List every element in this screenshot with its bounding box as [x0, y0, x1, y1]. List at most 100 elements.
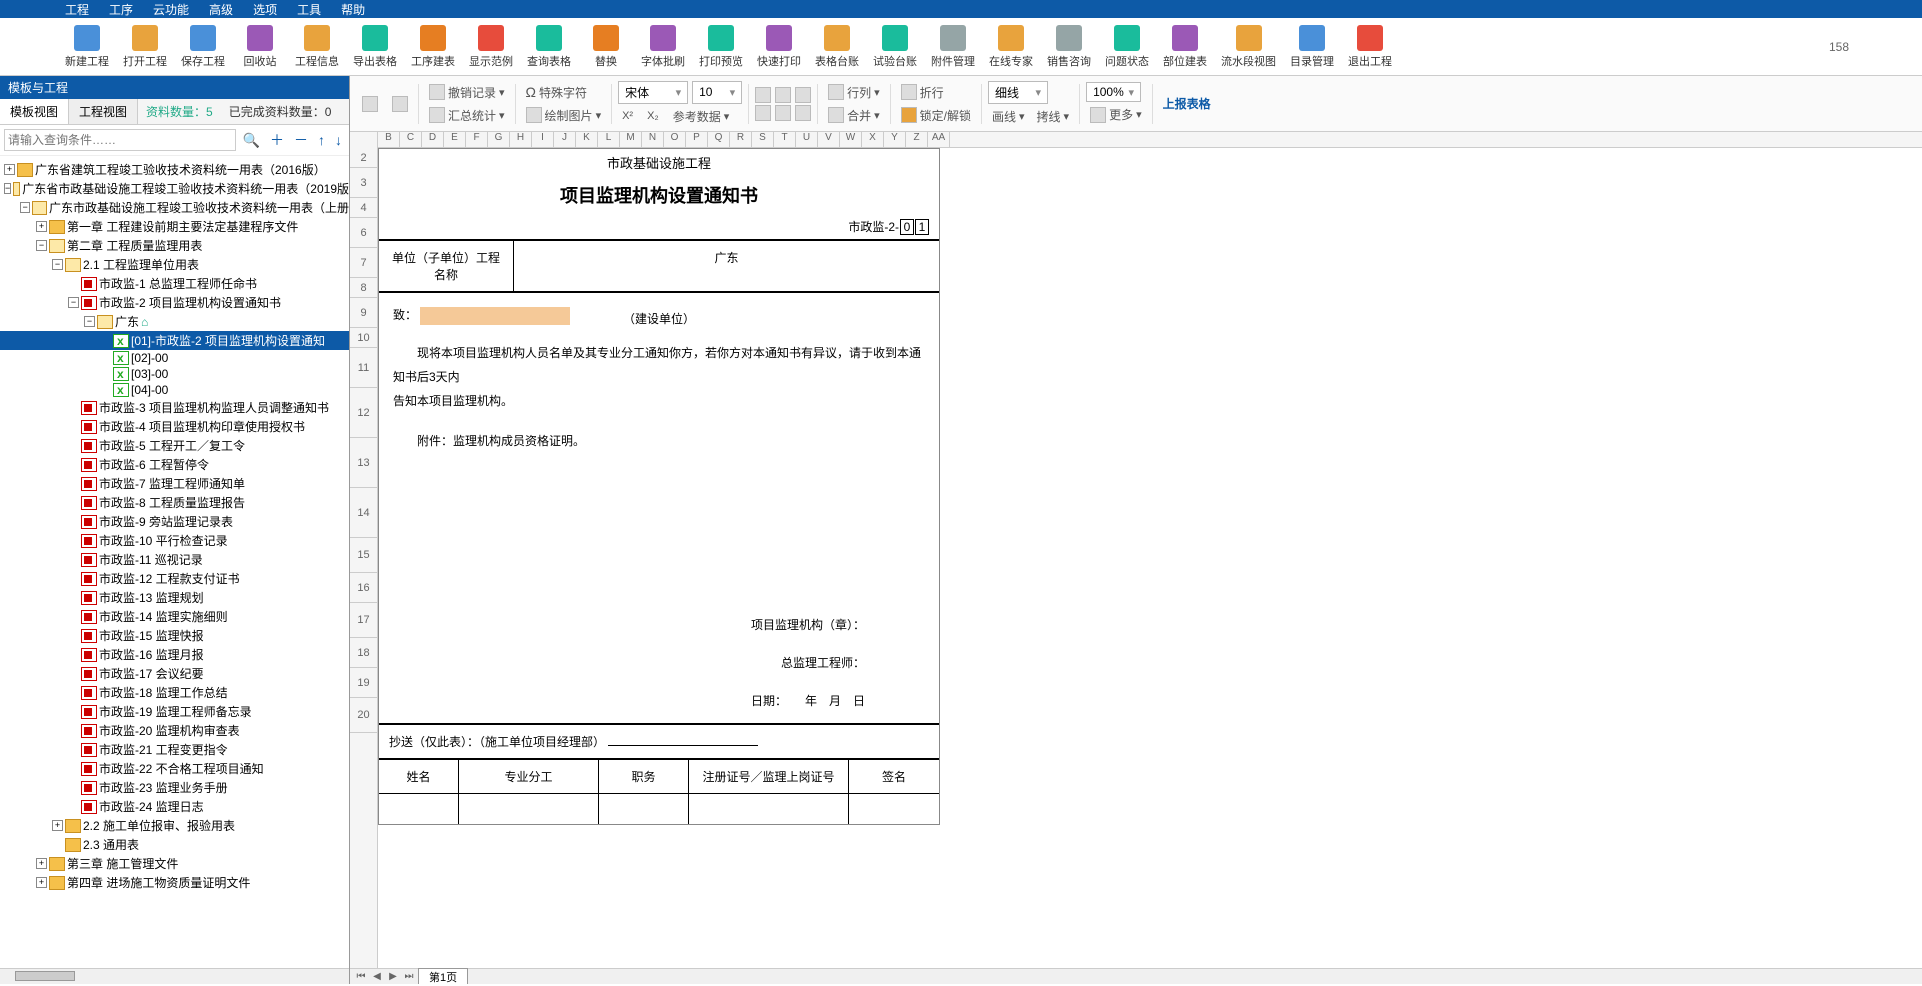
tree-node[interactable]: 2.3 通用表	[0, 835, 349, 854]
tree-node[interactable]: 市政监-22 不合格工程项目通知	[0, 759, 349, 778]
valign-top-icon[interactable]	[755, 105, 771, 121]
tree-node[interactable]: 市政监-16 监理月报	[0, 645, 349, 664]
tree-node[interactable]: 市政监-13 监理规划	[0, 588, 349, 607]
tool-显示范例[interactable]: 显示范例	[469, 25, 513, 69]
tree-node[interactable]: 市政监-8 工程质量监理报告	[0, 493, 349, 512]
tree-node[interactable]: 市政监-4 项目监理机构印章使用授权书	[0, 417, 349, 436]
tree-node[interactable]: −广东⌂	[0, 312, 349, 331]
tree-node[interactable]: −第二章 工程质量监理用表	[0, 236, 349, 255]
search-input[interactable]	[4, 129, 236, 151]
recipient-field[interactable]	[420, 307, 570, 325]
tree-node[interactable]: −市政监-2 项目监理机构设置通知书	[0, 293, 349, 312]
plus-icon[interactable]: ＋	[267, 130, 287, 150]
tree-node[interactable]: +广东省建筑工程竣工验收技术资料统一用表（2016版）	[0, 160, 349, 179]
tree-node[interactable]: [04]-00	[0, 382, 349, 398]
tool-工序建表[interactable]: 工序建表	[411, 25, 455, 69]
tool-在线专家[interactable]: 在线专家	[989, 25, 1033, 69]
tool-打印预览[interactable]: 打印预览	[699, 25, 743, 69]
align-left-icon[interactable]	[755, 87, 771, 103]
tool-替换[interactable]: 替换	[585, 25, 627, 69]
menu-item[interactable]: 工序	[109, 1, 133, 18]
prev-icon[interactable]: ◀	[370, 971, 384, 982]
tree-node[interactable]: +第一章 工程建设前期主要法定基建程序文件	[0, 217, 349, 236]
tree-node[interactable]: 市政监-10 平行检查记录	[0, 531, 349, 550]
tree-node[interactable]: −广东市政基础设施工程竣工验收技术资料统一用表（上册	[0, 198, 349, 217]
unit-value[interactable]: 广东	[514, 241, 939, 291]
copy-line[interactable]: 拷线▾	[1033, 106, 1074, 127]
tree-node[interactable]: 市政监-24 监理日志	[0, 797, 349, 816]
menu-item[interactable]: 工程	[65, 1, 89, 18]
tree-node[interactable]: [03]-00	[0, 366, 349, 382]
lock[interactable]: 锁定/解锁	[897, 105, 975, 126]
tree-node[interactable]: 市政监-14 监理实施细则	[0, 607, 349, 626]
tree-node[interactable]: 市政监-3 项目监理机构监理人员调整通知书	[0, 398, 349, 417]
first-icon[interactable]: ⏮	[354, 971, 368, 982]
tree-node[interactable]: 市政监-19 监理工程师备忘录	[0, 702, 349, 721]
menu-item[interactable]: 云功能	[153, 1, 189, 18]
panel-hscroll[interactable]	[0, 968, 349, 984]
tool-退出工程[interactable]: 退出工程	[1348, 25, 1392, 69]
row-col[interactable]: 行列 ▾	[824, 82, 884, 103]
valign-bot-icon[interactable]	[795, 105, 811, 121]
tree-node[interactable]: −2.1 工程监理单位用表	[0, 255, 349, 274]
down-icon[interactable]: ↓	[332, 132, 345, 148]
align-right-icon[interactable]	[795, 87, 811, 103]
tool-保存工程[interactable]: 保存工程	[181, 25, 225, 69]
last-icon[interactable]: ⏭	[402, 971, 416, 982]
tree-node[interactable]: [02]-00	[0, 350, 349, 366]
menu-item[interactable]: 高级	[209, 1, 233, 18]
tree-node[interactable]: +2.2 施工单位报审、报验用表	[0, 816, 349, 835]
tree-node[interactable]: 市政监-9 旁站监理记录表	[0, 512, 349, 531]
valign-mid-icon[interactable]	[775, 105, 791, 121]
redo-icon[interactable]	[388, 94, 412, 114]
tab-project-view[interactable]: 工程视图	[69, 99, 138, 124]
tree-node[interactable]: 市政监-21 工程变更指令	[0, 740, 349, 759]
search-icon[interactable]: 🔍	[240, 132, 263, 149]
menu-item[interactable]: 选项	[253, 1, 277, 18]
undo-icon[interactable]	[358, 94, 382, 114]
tool-目录管理[interactable]: 目录管理	[1290, 25, 1334, 69]
upload-table[interactable]: 上报表格	[1159, 93, 1215, 114]
tree-node[interactable]: 市政监-11 巡视记录	[0, 550, 349, 569]
tool-表格台账[interactable]: 表格台账	[815, 25, 859, 69]
tool-试验台账[interactable]: 试验台账	[873, 25, 917, 69]
tool-打开工程[interactable]: 打开工程	[123, 25, 167, 69]
sheet-body[interactable]: 市政基础设施工程 项目监理机构设置通知书 市政监-2-01 单位（子单位）工程名…	[378, 148, 1922, 968]
signature-table-row[interactable]	[379, 793, 939, 824]
line-style[interactable]: 细线	[988, 81, 1048, 104]
tool-问题状态[interactable]: 问题状态	[1105, 25, 1149, 69]
tab-template-view[interactable]: 模板视图	[0, 99, 69, 124]
tree-node[interactable]: 市政监-17 会议纪要	[0, 664, 349, 683]
draw-pic[interactable]: 绘制图片 ▾	[522, 105, 606, 126]
menu-item[interactable]: 工具	[297, 1, 321, 18]
spreadsheet[interactable]: BCDEFGHIJKLMNOPQRSTUVWXYZAA 234678910111…	[350, 132, 1922, 984]
next-icon[interactable]: ▶	[386, 971, 400, 982]
tree-node[interactable]: −广东省市政基础设施工程竣工验收技术资料统一用表（2019版	[0, 179, 349, 198]
tool-附件管理[interactable]: 附件管理	[931, 25, 975, 69]
zoom[interactable]: 100%	[1086, 82, 1141, 102]
tree-node[interactable]: +第三章 施工管理文件	[0, 854, 349, 873]
tool-新建工程[interactable]: 新建工程	[65, 25, 109, 69]
font-select[interactable]: 宋体	[618, 81, 688, 104]
tool-查询表格[interactable]: 查询表格	[527, 25, 571, 69]
tool-工程信息[interactable]: 工程信息	[295, 25, 339, 69]
tool-部位建表[interactable]: 部位建表	[1163, 25, 1207, 69]
tree-node[interactable]: 市政监-20 监理机构审查表	[0, 721, 349, 740]
more[interactable]: 更多 ▾	[1086, 104, 1146, 125]
tree-node[interactable]: [01]-市政监-2 项目监理机构设置通知	[0, 331, 349, 350]
wrap[interactable]: 折行	[897, 82, 975, 103]
up-icon[interactable]: ↑	[315, 132, 328, 148]
tree[interactable]: +广东省建筑工程竣工验收技术资料统一用表（2016版）−广东省市政基础设施工程竣…	[0, 156, 349, 968]
menu-item[interactable]: 帮助	[341, 1, 365, 18]
tool-销售咨询[interactable]: 销售咨询	[1047, 25, 1091, 69]
tool-导出表格[interactable]: 导出表格	[353, 25, 397, 69]
tool-字体批刷[interactable]: 字体批刷	[641, 25, 685, 69]
superscript-icon[interactable]: X²	[618, 108, 637, 124]
tree-node[interactable]: 市政监-5 工程开工／复工令	[0, 436, 349, 455]
tool-流水段视图[interactable]: 流水段视图	[1221, 25, 1276, 69]
sum-stats[interactable]: 汇总统计 ▾	[425, 105, 509, 126]
tree-node[interactable]: +第四章 进场施工物资质量证明文件	[0, 873, 349, 892]
tree-node[interactable]: 市政监-7 监理工程师通知单	[0, 474, 349, 493]
sheet-tab[interactable]: 第1页	[418, 968, 468, 985]
align-center-icon[interactable]	[775, 87, 791, 103]
